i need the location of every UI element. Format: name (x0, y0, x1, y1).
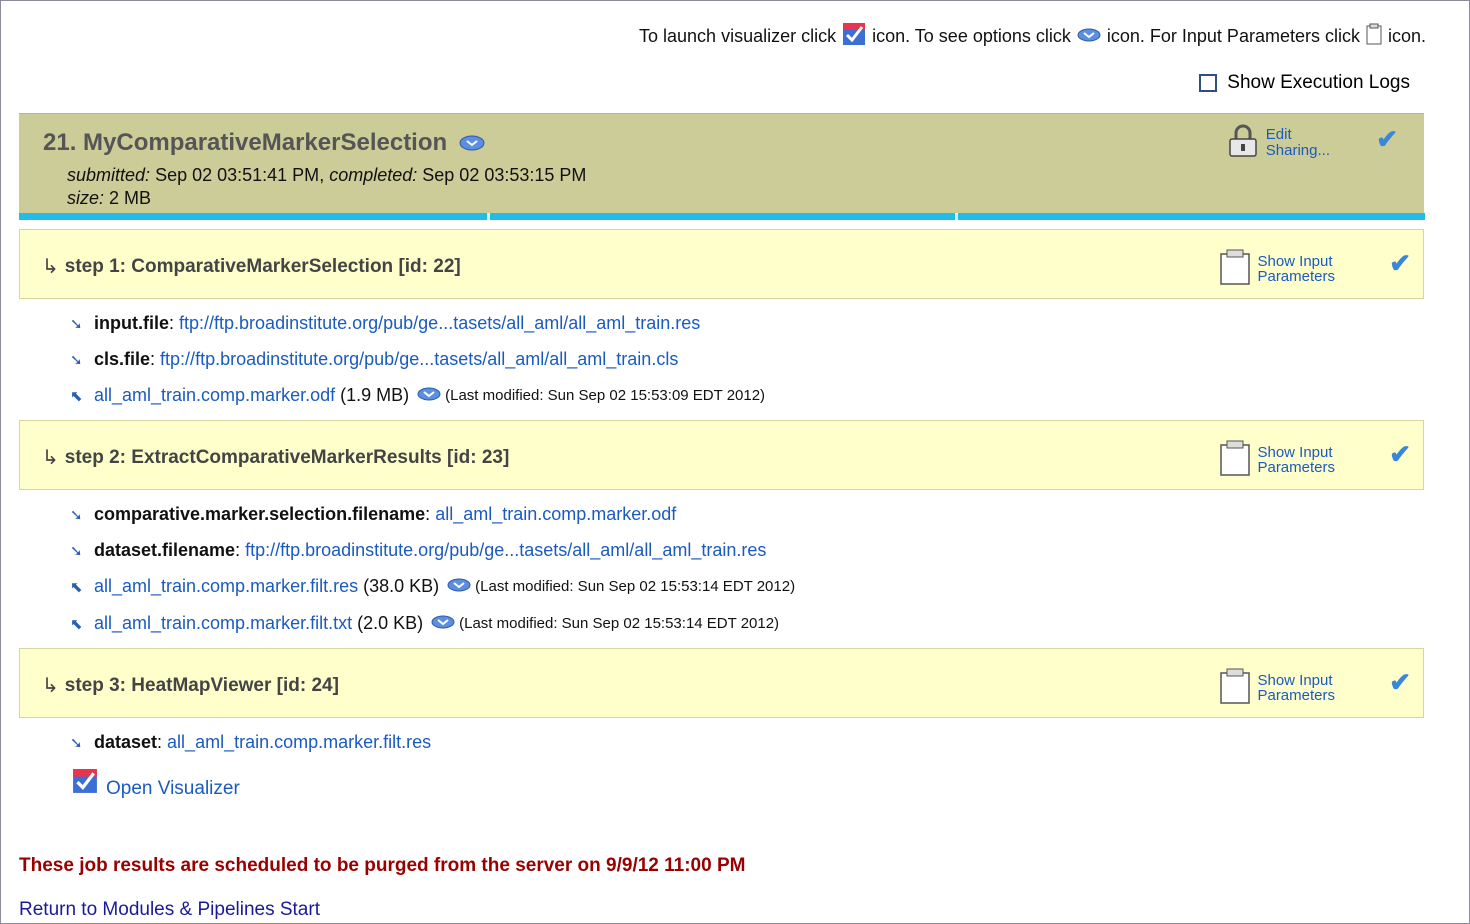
edit-sharing-button[interactable]: Edit Sharing... (1228, 124, 1330, 162)
edit-label: Edit (1265, 126, 1292, 143)
step-2-title-row: ↳ step 2: ExtractComparativeMarkerResult… (42, 445, 509, 470)
job-size: 2 MB (109, 188, 152, 208)
step-2-show-input-parameters[interactable]: Show Input Parameters (1219, 439, 1335, 480)
input-file-link[interactable]: ftp://ftp.broadinstitute.org/pub/ge...ta… (245, 540, 766, 561)
step-arrow-icon: ↳ (42, 447, 59, 469)
output-size: (2.0 KB) (357, 613, 424, 633)
instructions-text-4: icon. (1387, 26, 1426, 46)
output-arrow-icon: ⬉ (70, 387, 83, 405)
size-label: size: (67, 188, 105, 208)
input-row: ➘ dataset: all_aml_train.comp.marker.fil… (70, 732, 432, 753)
clipboard-icon (1219, 667, 1251, 708)
input-arrow-icon: ➘ (70, 351, 83, 369)
clipboard-icon (1366, 23, 1382, 50)
instructions-text-2: icon. To see options click (872, 26, 1071, 46)
output-row: ⬉ all_aml_train.comp.marker.odf (1.9 MB)… (70, 385, 765, 406)
input-name: dataset (94, 732, 158, 752)
visualizer-icon (842, 22, 866, 51)
instructions-text-3: icon. For Input Parameters click (1106, 26, 1360, 46)
step-1-title-row: ↳ step 1: ComparativeMarkerSelection [id… (42, 254, 461, 279)
input-name: cls.file (94, 349, 151, 369)
input-arrow-icon: ➘ (70, 734, 83, 752)
input-row: ➘ cls.file: ftp://ftp.broadinstitute.org… (70, 349, 679, 370)
input-file-link[interactable]: ftp://ftp.broadinstitute.org/pub/ge...ta… (179, 313, 700, 334)
submitted-time: Sep 02 03:51:41 PM (155, 165, 320, 185)
input-row: ➘ comparative.marker.selection.filename:… (70, 504, 677, 525)
step-3-title-row: ↳ step 3: HeatMapViewer [id: 24] (42, 673, 339, 698)
job-title: 21. MyComparativeMarkerSelection (43, 129, 448, 156)
options-icon[interactable] (417, 385, 441, 406)
visualizer-icon (72, 768, 98, 800)
step-3-title: step 3: HeatMapViewer [id: 24] (64, 674, 339, 696)
options-icon[interactable] (447, 576, 471, 597)
show-execution-logs[interactable]: Show Execution Logs (1199, 72, 1410, 94)
job-title-row: 21. MyComparativeMarkerSelection (43, 129, 485, 157)
parameters-label: Parameters (1257, 458, 1335, 476)
output-row: ⬉ all_aml_train.comp.marker.filt.txt (2.… (70, 613, 779, 634)
cls-file-link[interactable]: ftp://ftp.broadinstitute.org/pub/ge...ta… (160, 349, 678, 370)
input-name: comparative.marker.selection.filename (94, 504, 426, 524)
execution-logs-label: Show Execution Logs (1227, 72, 1410, 93)
options-icon (1077, 26, 1101, 47)
parameters-label: Parameters (1257, 267, 1335, 285)
input-row: ➘ input.file: ftp://ftp.broadinstitute.o… (70, 313, 701, 334)
last-modified: (Last modified: Sun Sep 02 15:53:09 EDT … (445, 387, 766, 404)
execution-logs-checkbox[interactable] (1199, 74, 1218, 92)
output-file-link[interactable]: all_aml_train.comp.marker.filt.txt (94, 613, 352, 634)
step-arrow-icon: ↳ (42, 675, 59, 697)
step-3-header: ↳ step 3: HeatMapViewer [id: 24] Show In… (19, 648, 1424, 718)
input-arrow-icon: ➘ (70, 506, 83, 524)
input-row: ➘ dataset.filename: ftp://ftp.broadinsti… (70, 540, 767, 561)
bar-separator (955, 213, 958, 220)
job-header: 21. MyComparativeMarkerSelection submitt… (19, 113, 1424, 214)
completed-time: Sep 02 03:53:15 PM (422, 165, 587, 185)
checkmark-icon: ✔ (1389, 248, 1411, 278)
step-1-title: step 1: ComparativeMarkerSelection [id: … (64, 255, 461, 277)
checkmark-icon: ✔ (1376, 124, 1398, 154)
options-icon[interactable] (459, 135, 485, 151)
step-1-header: ↳ step 1: ComparativeMarkerSelection [id… (19, 229, 1424, 299)
job-progress-bar (19, 213, 1425, 220)
open-visualizer-link[interactable]: Open Visualizer (72, 768, 240, 800)
bar-separator (487, 213, 490, 220)
checkmark-icon: ✔ (1389, 439, 1411, 469)
open-visualizer-label: Open Visualizer (106, 778, 240, 799)
submitted-label: submitted: (67, 165, 151, 185)
return-to-modules-link[interactable]: Return to Modules & Pipelines Start (19, 899, 320, 921)
output-size: (38.0 KB) (363, 576, 440, 596)
output-arrow-icon: ⬉ (70, 578, 83, 596)
sharing-label: Sharing... (1265, 142, 1330, 159)
lock-icon (1228, 124, 1258, 162)
input-file-link[interactable]: all_aml_train.comp.marker.filt.res (167, 732, 431, 753)
completed-label: completed: (329, 165, 418, 185)
output-arrow-icon: ⬉ (70, 615, 83, 633)
step-3-show-input-parameters[interactable]: Show Input Parameters (1219, 667, 1335, 708)
input-file-link[interactable]: all_aml_train.comp.marker.odf (435, 504, 676, 525)
options-icon[interactable] (431, 613, 455, 634)
checkmark-icon: ✔ (1389, 667, 1411, 697)
clipboard-icon (1219, 248, 1251, 289)
last-modified: (Last modified: Sun Sep 02 15:53:14 EDT … (475, 578, 796, 595)
input-name: input.file (94, 313, 169, 333)
last-modified: (Last modified: Sun Sep 02 15:53:14 EDT … (459, 615, 780, 632)
output-file-link[interactable]: all_aml_train.comp.marker.odf (94, 385, 335, 406)
output-size: (1.9 MB) (340, 385, 410, 405)
step-2-title: step 2: ExtractComparativeMarkerResults … (64, 446, 510, 468)
output-file-link[interactable]: all_aml_train.comp.marker.filt.res (94, 576, 358, 597)
step-2-header: ↳ step 2: ExtractComparativeMarkerResult… (19, 420, 1424, 490)
input-name: dataset.filename (94, 540, 236, 560)
instructions-text-1: To launch visualizer click (639, 26, 837, 46)
job-meta: submitted: Sep 02 03:51:41 PM, completed… (67, 165, 587, 208)
output-row: ⬉ all_aml_train.comp.marker.filt.res (38… (70, 576, 795, 597)
purge-notice: These job results are scheduled to be pu… (19, 855, 746, 876)
step-1-show-input-parameters[interactable]: Show Input Parameters (1219, 248, 1335, 289)
clipboard-icon (1219, 439, 1251, 480)
instructions-line: To launch visualizer click icon. To see … (639, 22, 1426, 51)
parameters-label: Parameters (1257, 686, 1335, 704)
step-arrow-icon: ↳ (42, 256, 59, 278)
input-arrow-icon: ➘ (70, 315, 83, 333)
input-arrow-icon: ➘ (70, 542, 83, 560)
